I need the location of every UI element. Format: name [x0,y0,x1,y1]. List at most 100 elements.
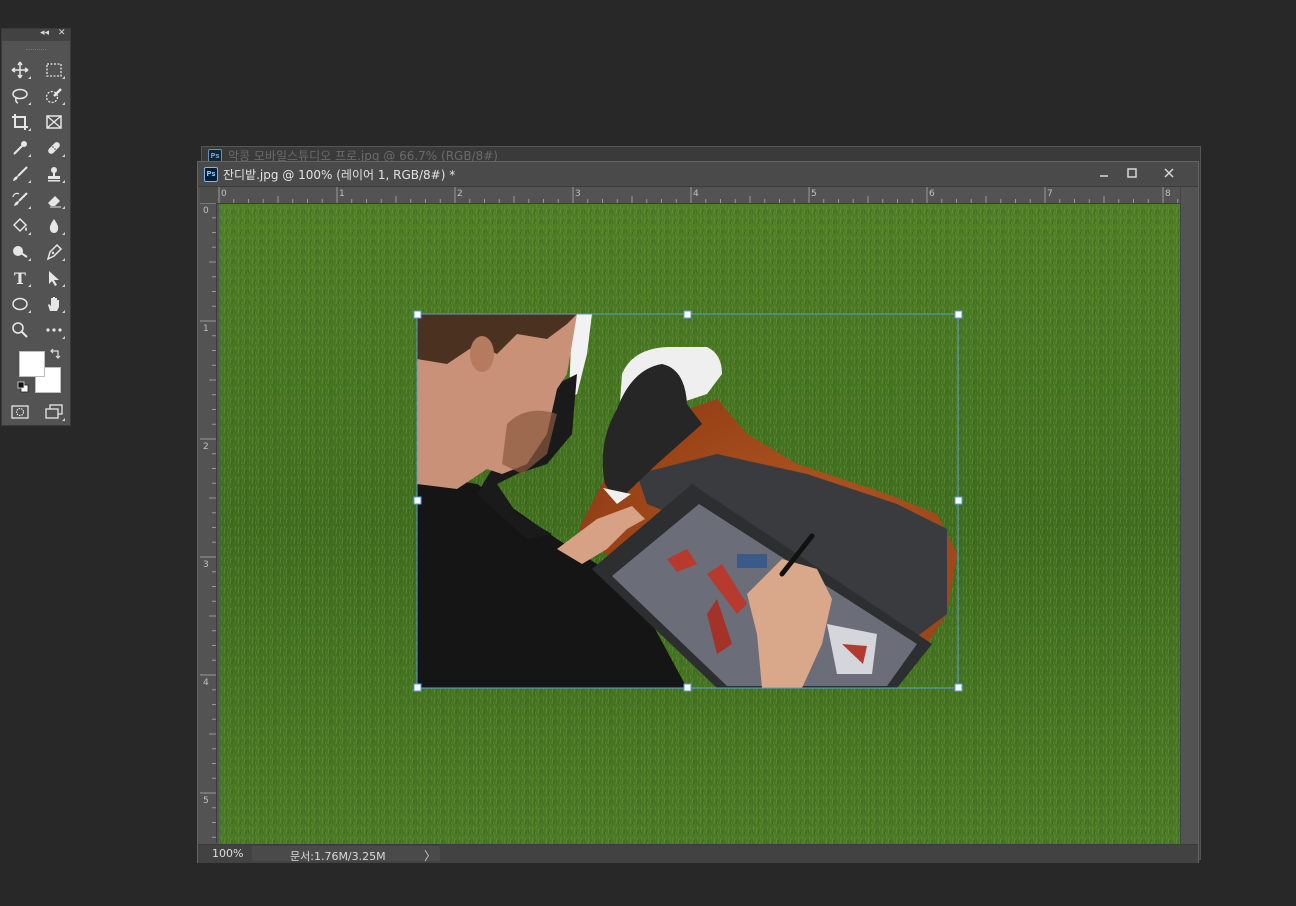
brush-icon [13,166,28,181]
document-canvas[interactable] [219,204,1180,844]
healing-brush-tool[interactable] [42,137,66,159]
type-tool[interactable]: T [8,267,32,289]
frame-icon [46,115,62,129]
quick-mask-button[interactable] [8,401,32,423]
lasso-tool[interactable] [8,85,32,107]
transform-handle[interactable] [683,310,692,319]
close-document-button[interactable] [1156,164,1182,182]
transform-handle[interactable] [413,683,422,692]
close-icon [1164,168,1174,178]
rectangular-marquee-icon [46,63,62,77]
status-menu-arrow[interactable]: 〉 [424,847,436,864]
frame-tool[interactable] [42,111,66,133]
path-selection-tool[interactable] [42,267,66,289]
document-title: 잔디밭.jpg @ 100% (레이어 1, RGB/8#) * [223,168,456,182]
canvas-artwork [219,204,1180,844]
maximize-button[interactable] [1119,164,1145,182]
ruler-label: 8 [1165,189,1171,199]
type-icon: T [14,268,26,288]
zoom-tool[interactable] [8,319,32,341]
brush-tool[interactable] [8,163,32,185]
healing-brush-icon [48,142,60,154]
photoshop-doc-icon: Ps [204,167,218,182]
default-colors-icon[interactable] [17,381,29,393]
ruler-label: 2 [457,189,463,199]
path-selection-icon [49,271,59,286]
ruler-label: 6 [929,189,935,199]
vertical-scrollbar[interactable] [1180,187,1198,845]
eraser-tool[interactable] [42,189,66,211]
minimize-icon [1100,175,1108,177]
quick-selection-icon [45,88,62,104]
more-tools-button[interactable] [42,319,66,341]
ruler-label: 3 [203,560,209,570]
ruler-label: 2 [203,442,209,452]
ruler-label: 3 [575,189,581,199]
history-brush-tool[interactable] [8,189,32,211]
quick-mask-icon [11,405,29,419]
eraser-icon [48,196,61,208]
vertical-ruler-ticks: 0 1 2 3 4 5 [200,203,216,838]
ruler-origin[interactable] [200,187,218,204]
foreground-color-swatch[interactable] [19,351,45,377]
eyedropper-icon [13,141,27,155]
swap-colors-icon[interactable] [49,348,61,360]
dodge-icon [13,246,28,258]
ellipse-tool[interactable] [8,293,32,315]
maximize-icon [1127,168,1137,178]
horizontal-ruler[interactable]: 0 1 2 3 4 5 6 7 8 [218,187,1180,204]
transform-handle[interactable] [954,310,963,319]
move-tool[interactable] [8,59,32,81]
paint-bucket-tool[interactable] [8,215,32,237]
hand-tool[interactable] [42,293,66,315]
zoom-level-field[interactable]: 100% [212,847,243,860]
ruler-label: 1 [339,189,345,199]
tools-panel-header: ◂◂ ✕ [2,28,70,41]
pen-tool[interactable] [42,241,66,263]
paint-bucket-icon [12,217,28,233]
document-window[interactable]: Ps 잔디밭.jpg @ 100% (레이어 1, RGB/8#) * 0 1 2 3… [197,161,1199,863]
collapse-panel-button[interactable]: ◂◂ [40,28,49,38]
document-titlebar[interactable]: Ps 잔디밭.jpg @ 100% (레이어 1, RGB/8#) * [198,162,1198,187]
lasso-icon [12,88,28,104]
close-panel-button[interactable]: ✕ [58,28,66,38]
transform-handle[interactable] [683,683,692,692]
ruler-label: 4 [203,678,209,688]
eyedropper-tool[interactable] [8,137,32,159]
crop-tool[interactable] [8,111,32,133]
dodge-tool[interactable] [8,241,32,263]
status-bar: 100% 문서:1.76M/3.25M 〉 [198,844,1198,863]
clone-stamp-icon [48,167,60,182]
vertical-ruler[interactable]: 0 1 2 3 4 5 [200,203,217,843]
crop-icon [12,114,28,130]
screen-mode-button[interactable] [42,401,66,423]
ruler-label: 4 [693,189,699,199]
ruler-label: 7 [1047,189,1053,199]
pen-icon [46,243,63,261]
transform-handle[interactable] [954,496,963,505]
move-icon [11,61,29,79]
tools-panel: ◂◂ ✕ T [1,28,71,426]
horizontal-ruler-ticks: 0 1 2 3 4 5 6 7 8 [218,187,1179,203]
screen-mode-icon [45,404,63,419]
minimize-button[interactable] [1091,164,1117,182]
quick-selection-tool[interactable] [42,85,66,107]
ruler-label: 0 [203,206,209,216]
clone-stamp-tool[interactable] [42,163,66,185]
panel-grip[interactable] [26,41,46,50]
hand-icon [48,297,59,311]
history-brush-icon [12,192,28,206]
ruler-label: 0 [221,189,227,199]
blur-tool[interactable] [42,215,66,237]
rectangular-marquee-tool[interactable] [42,59,66,81]
transform-handle[interactable] [954,683,963,692]
ruler-label: 5 [203,796,209,806]
ruler-label: 1 [203,324,209,334]
transform-handle[interactable] [413,496,422,505]
more-tools-icon [46,328,62,332]
zoom-icon [12,322,28,338]
blur-icon [49,219,59,233]
doc-info-field[interactable]: 문서:1.76M/3.25M 〉 [252,846,440,864]
ruler-label: 5 [811,189,817,199]
transform-handle[interactable] [413,310,422,319]
